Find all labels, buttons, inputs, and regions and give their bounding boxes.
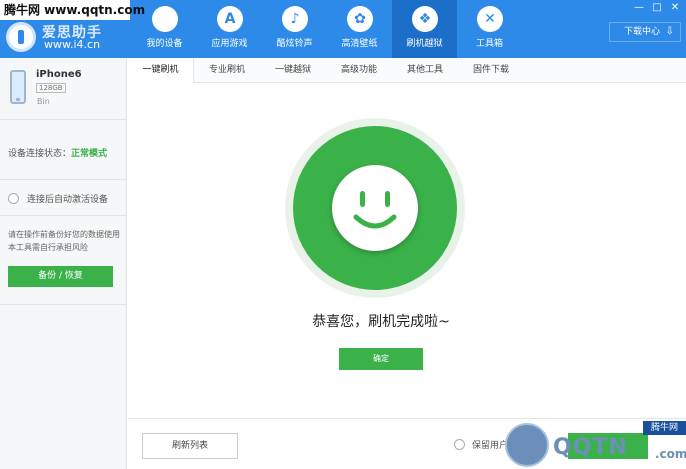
main-nav: 我的设备 A 应用游戏 ♪ 酷炫铃声 ✿ 高清壁纸 ❖ 刷机越狱 ✕ 工具箱: [132, 0, 522, 58]
close-button[interactable]: ✕: [668, 2, 682, 14]
logo-url: www.i4.cn: [44, 38, 101, 51]
device-name: iPhone6: [36, 69, 82, 80]
phone-icon: [10, 70, 26, 104]
tab-pro-flash[interactable]: 专业刷机: [194, 58, 260, 83]
download-center-button[interactable]: 下载中心 ⇩: [609, 22, 681, 42]
nav-label: 酷炫铃声: [276, 39, 313, 49]
apple-icon: [152, 6, 178, 32]
divider: [0, 215, 126, 216]
maximize-button[interactable]: □: [650, 2, 664, 14]
watermark-badge: 腾牛网: [643, 421, 686, 435]
nav-label: 应用游戏: [211, 39, 248, 49]
top-bar: 爱思助手 www.i4.cn 腾牛网 www.qqtn.com 我的设备 A 应…: [0, 0, 686, 58]
dropbox-icon: ❖: [412, 6, 438, 32]
nav-ringtones[interactable]: ♪ 酷炫铃声: [262, 0, 327, 58]
auto-activate-radio[interactable]: [8, 193, 19, 204]
backup-restore-button[interactable]: 备份 / 恢复: [8, 266, 113, 287]
connection-status-label: 设备连接状态：: [8, 149, 72, 159]
tab-one-click-flash[interactable]: 一键刷机: [128, 58, 194, 83]
keep-data-option[interactable]: 保留用户: [454, 438, 508, 451]
tools-icon: ✕: [477, 6, 503, 32]
ok-button[interactable]: 确定: [339, 348, 423, 370]
watermark-top-left: 腾牛网 www.qqtn.com: [0, 0, 145, 20]
auto-activate-option[interactable]: 连接后自动激活设备: [8, 192, 108, 205]
auto-activate-label: 连接后自动激活设备: [27, 195, 109, 205]
nav-label: 高清壁纸: [341, 39, 378, 49]
nav-wallpapers[interactable]: ✿ 高清壁纸: [327, 0, 392, 58]
download-center-label: 下载中心: [624, 27, 661, 37]
bell-icon: ♪: [282, 6, 308, 32]
nav-label: 我的设备: [146, 39, 183, 49]
watermark-logo: QQTN 腾牛网 .com: [505, 421, 686, 469]
divider: [0, 304, 126, 305]
tab-other-tools[interactable]: 其他工具: [392, 58, 458, 83]
nav-apps-games[interactable]: A 应用游戏: [197, 0, 262, 58]
download-icon: ⇩: [665, 26, 674, 37]
smiley-icon: [332, 165, 418, 251]
nav-toolbox[interactable]: ✕ 工具箱: [457, 0, 522, 58]
keep-data-label: 保留用户: [472, 441, 509, 451]
device-card[interactable]: iPhone6 128GB Bin: [0, 58, 126, 120]
watermark-suffix: .com: [655, 447, 686, 461]
app-store-icon: A: [217, 6, 243, 32]
sidebar: iPhone6 128GB Bin 设备连接状态：正常模式 连接后自动激活设备 …: [0, 58, 127, 469]
minimize-button[interactable]: —: [632, 2, 646, 14]
divider: [0, 179, 126, 180]
flower-icon: ✿: [347, 6, 373, 32]
main-panel: 一键刷机 专业刷机 一键越狱 高级功能 其他工具 固件下载 恭喜您，刷机完成啦~…: [128, 58, 686, 469]
keep-data-radio[interactable]: [454, 439, 465, 450]
connection-status-value: 正常模式: [71, 149, 108, 159]
window-controls: — □ ✕: [632, 2, 682, 14]
logo-icon: [6, 22, 36, 52]
nav-label: 工具箱: [475, 39, 503, 49]
tab-one-click-jailbreak[interactable]: 一键越狱: [260, 58, 326, 83]
connection-status: 设备连接状态：正常模式: [8, 146, 107, 159]
device-storage-badge: 128GB: [36, 83, 66, 93]
watermark-emblem: [505, 423, 549, 467]
app-logo: 爱思助手 www.i4.cn 腾牛网 www.qqtn.com: [0, 0, 145, 58]
nav-my-device[interactable]: 我的设备: [132, 0, 197, 58]
backup-tip: 请在操作前备份好您的数据使用本工具需自行承担风险: [8, 230, 120, 252]
nav-flash-jailbreak[interactable]: ❖ 刷机越狱: [392, 0, 457, 58]
device-sub: Bin: [37, 97, 50, 106]
tab-advanced[interactable]: 高级功能: [326, 58, 392, 83]
tab-firmware-download[interactable]: 固件下载: [458, 58, 524, 83]
refresh-list-button[interactable]: 刷新列表: [142, 433, 238, 459]
nav-label: 刷机越狱: [406, 39, 443, 49]
sub-tabs: 一键刷机 专业刷机 一键越狱 高级功能 其他工具 固件下载: [128, 58, 686, 83]
success-message: 恭喜您，刷机完成啦~: [312, 314, 450, 330]
watermark-text: QQTN: [553, 435, 628, 460]
